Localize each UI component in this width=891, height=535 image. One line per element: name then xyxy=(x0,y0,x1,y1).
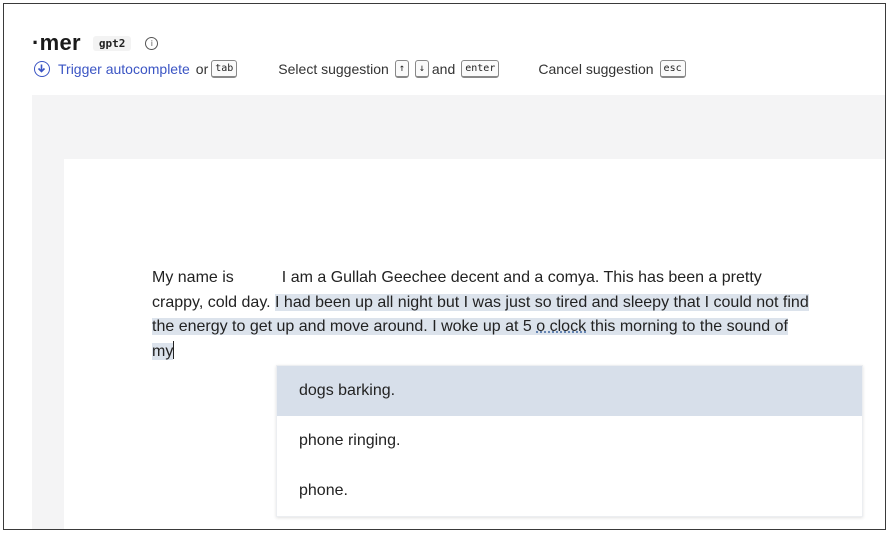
app-window: ·mer gpt2 i Trigger autocomplete or tab … xyxy=(3,3,886,530)
suggestion-dropdown: dogs barking. phone ringing. phone. xyxy=(276,365,863,517)
cancel-suggestion-label: Cancel suggestion xyxy=(538,61,654,77)
suggestion-item-2[interactable]: phone ringing. xyxy=(277,416,862,466)
enter-key: enter xyxy=(461,60,500,78)
select-suggestion-label: Select suggestion xyxy=(278,61,389,77)
model-badge: gpt2 xyxy=(92,35,132,51)
suggestion-item-3[interactable]: phone. xyxy=(277,466,862,516)
spelling-error[interactable]: o clock xyxy=(536,318,586,335)
down-arrow-key: ↓ xyxy=(414,60,429,78)
and-text: and xyxy=(431,61,456,77)
download-arrow-icon[interactable] xyxy=(34,61,50,77)
header: ·mer gpt2 i xyxy=(32,30,159,56)
tab-key: tab xyxy=(211,60,238,78)
text-caret xyxy=(173,340,175,359)
app-title: ·mer xyxy=(32,30,81,55)
text-editor[interactable]: My name is I am a Gullah Geechee decent a… xyxy=(152,266,812,364)
esc-key: esc xyxy=(659,60,686,78)
trigger-autocomplete-link[interactable]: Trigger autocomplete xyxy=(58,61,190,77)
or-text: or xyxy=(195,61,209,77)
shortcut-bar: Trigger autocomplete or tab Select sugge… xyxy=(34,60,689,78)
editor-text-name: My name is xyxy=(152,269,234,286)
suggestion-item-1[interactable]: dogs barking. xyxy=(277,366,862,416)
info-icon[interactable]: i xyxy=(145,36,159,50)
up-arrow-key: ↑ xyxy=(394,60,409,78)
